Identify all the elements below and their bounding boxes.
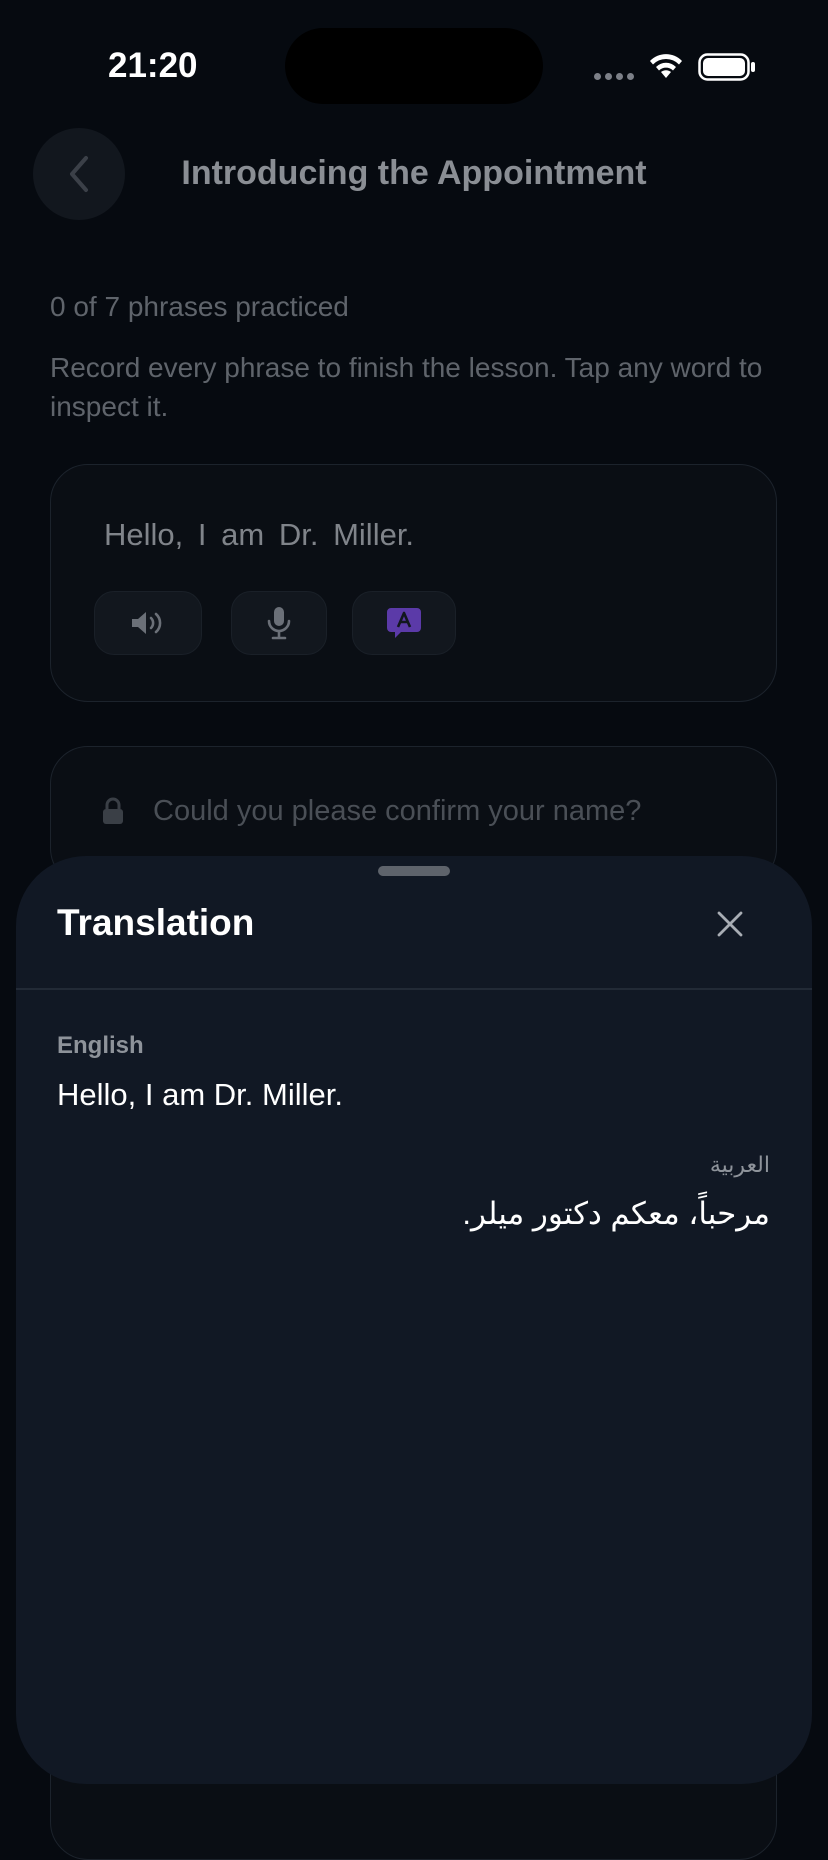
locked-phrase-text: Could you please confirm your name? <box>153 795 642 827</box>
phrase-text: Hello, I am Dr. Miller. <box>104 517 414 553</box>
target-text: مرحباً، معكم دكتور ميلر. <box>462 1196 770 1231</box>
play-audio-button[interactable] <box>94 591 202 655</box>
translate-button[interactable] <box>352 591 456 655</box>
lesson-instructions: Record every phrase to finish the lesson… <box>50 352 763 422</box>
translate-bubble-icon <box>387 608 421 638</box>
speaker-icon <box>132 612 162 634</box>
translation-sheet: Translation English Hello, I am Dr. Mill… <box>16 856 812 1784</box>
phrase-card: Hello, I am Dr. Miller. <box>50 464 777 702</box>
sheet-grabber[interactable] <box>378 866 450 876</box>
sheet-divider <box>16 988 812 990</box>
lock-icon <box>103 797 123 824</box>
page-title: Introducing the Appointment <box>181 154 647 192</box>
phrase-word[interactable]: Miller. <box>333 517 414 552</box>
source-language-label: English <box>57 1032 144 1059</box>
close-icon <box>717 911 743 937</box>
record-button[interactable] <box>231 591 327 655</box>
source-text: Hello, I am Dr. Miller. <box>57 1077 343 1112</box>
close-button[interactable] <box>710 904 750 944</box>
phrase-word[interactable]: Hello, <box>104 517 183 552</box>
cellular-signal-icon <box>594 73 634 80</box>
status-time: 21:20 <box>108 46 198 85</box>
lesson-progress: 0 of 7 phrases practiced <box>50 291 349 322</box>
target-language-label: العربية <box>709 1152 770 1177</box>
wifi-icon <box>650 54 682 78</box>
phrase-word[interactable]: I <box>198 517 207 552</box>
sheet-title: Translation <box>57 902 255 943</box>
battery-icon <box>698 53 755 81</box>
phrase-word[interactable]: Dr. <box>279 517 319 552</box>
phrase-word[interactable]: am <box>221 517 264 552</box>
microphone-icon <box>267 607 291 640</box>
dynamic-island <box>285 28 543 104</box>
